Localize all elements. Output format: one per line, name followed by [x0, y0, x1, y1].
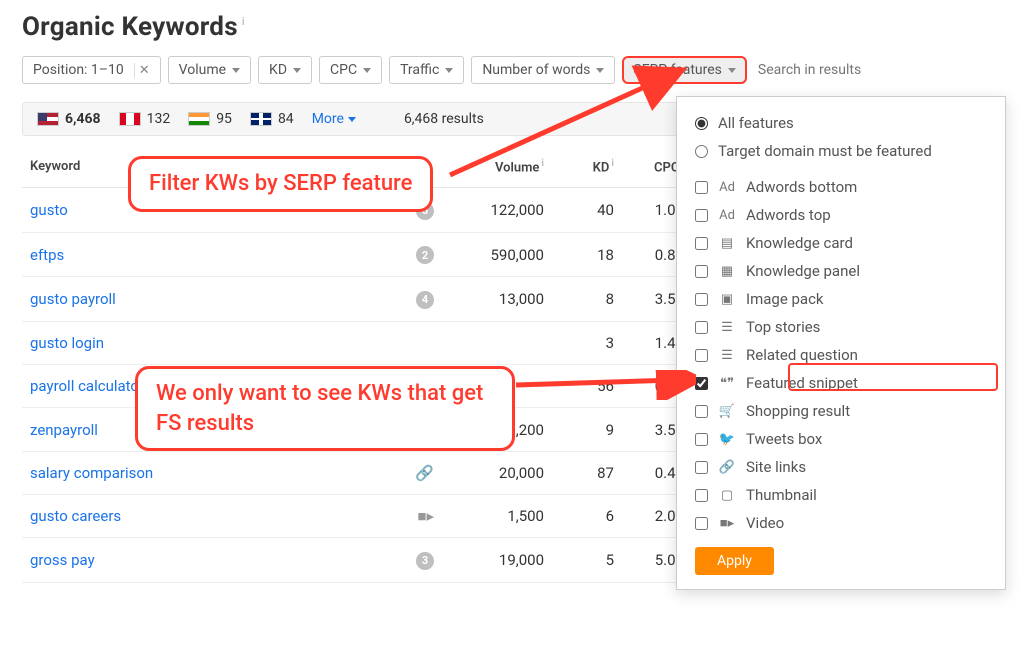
- feature-icon: ▤: [718, 236, 736, 250]
- country-us[interactable]: 6,468: [37, 111, 101, 127]
- keyword-link[interactable]: gusto: [30, 201, 68, 219]
- serp-features-dropdown: All features Target domain must be featu…: [676, 96, 1006, 590]
- filter-volume[interactable]: Volume: [168, 56, 251, 84]
- feature-icon: ▦: [718, 264, 736, 278]
- remove-position-icon[interactable]: ✕: [134, 63, 150, 78]
- feature-icon: Ad: [718, 208, 736, 222]
- callout-filter-serp: Filter KWs by SERP feature: [128, 156, 433, 212]
- serp-option[interactable]: 🐦 Tweets box: [677, 425, 1005, 453]
- cell-volume: 122,000: [442, 188, 552, 233]
- cell-volume: 590,000: [442, 232, 552, 277]
- cell-kd: 3: [552, 321, 622, 364]
- position-badge: 2: [416, 246, 434, 264]
- serp-option[interactable]: ▢ Thumbnail: [677, 481, 1005, 509]
- cell-volume: 1,500: [442, 495, 552, 538]
- position-badge: 4: [416, 291, 434, 309]
- serp-option[interactable]: Ad Adwords top: [677, 201, 1005, 229]
- keyword-link[interactable]: gusto careers: [30, 507, 121, 525]
- cell-kd: 5: [552, 538, 622, 583]
- feature-icon: 🔗: [718, 460, 736, 474]
- feature-icon: ▢: [718, 488, 736, 502]
- opt-target-domain[interactable]: Target domain must be featured: [677, 137, 1005, 165]
- serp-option[interactable]: ☰ Top stories: [677, 313, 1005, 341]
- cell-kd: 40: [552, 188, 622, 233]
- keyword-link[interactable]: gross pay: [30, 551, 95, 569]
- country-gb[interactable]: 84: [250, 111, 294, 127]
- opt-all-features[interactable]: All features: [677, 109, 1005, 137]
- feature-icon: ▣: [718, 292, 736, 306]
- cell-volume: 13,000: [442, 277, 552, 322]
- apply-button[interactable]: Apply: [695, 547, 774, 575]
- arrow-to-serp-chip: [430, 60, 690, 180]
- more-countries[interactable]: More: [312, 111, 356, 127]
- cell-kd: 8: [552, 277, 622, 322]
- arrow-to-featured-snippet: [516, 370, 696, 400]
- serp-option[interactable]: ▣ Image pack: [677, 285, 1005, 313]
- page-title: Organic Keywordsi: [22, 12, 1002, 42]
- feature-icon: Ad: [718, 180, 736, 194]
- cell-kd: 18: [552, 232, 622, 277]
- serp-option[interactable]: ▦ Knowledge panel: [677, 257, 1005, 285]
- serp-option[interactable]: ☰ Related question: [677, 341, 1005, 369]
- country-ca[interactable]: 132: [119, 111, 171, 127]
- keyword-link[interactable]: payroll calculator: [30, 377, 144, 395]
- link-icon: 🔗: [415, 464, 434, 482]
- country-in[interactable]: 95: [188, 111, 232, 127]
- keyword-link[interactable]: zenpayroll: [30, 421, 98, 439]
- filter-kd[interactable]: KD: [258, 56, 312, 84]
- cell-volume: 19,000: [442, 538, 552, 583]
- video-icon: ■▸: [417, 507, 434, 525]
- cell-kd: 9: [552, 407, 622, 452]
- cell-volume: [442, 321, 552, 364]
- keyword-link[interactable]: salary comparison: [30, 464, 153, 482]
- keyword-link[interactable]: gusto payroll: [30, 290, 116, 308]
- serp-option[interactable]: 🛒 Shopping result: [677, 397, 1005, 425]
- feature-icon: ■▸: [718, 516, 736, 530]
- filter-cpc[interactable]: CPC: [319, 56, 382, 84]
- feature-icon: 🛒: [718, 404, 736, 418]
- feature-icon: ☰: [718, 320, 736, 334]
- callout-fs-results: We only want to see KWs that get FS resu…: [135, 366, 515, 451]
- feature-icon: ☰: [718, 348, 736, 362]
- cell-kd: 6: [552, 495, 622, 538]
- cell-kd: 87: [552, 452, 622, 495]
- keyword-link[interactable]: gusto login: [30, 334, 104, 352]
- feature-icon: 🐦: [718, 432, 736, 446]
- cell-volume: 20,000: [442, 452, 552, 495]
- serp-option[interactable]: ❝❞ Featured snippet: [677, 369, 1005, 397]
- search-input[interactable]: [754, 56, 914, 84]
- filter-position[interactable]: Position: 1–10✕: [22, 56, 161, 84]
- serp-option[interactable]: 🔗 Site links: [677, 453, 1005, 481]
- position-badge: 3: [416, 552, 434, 570]
- keyword-link[interactable]: eftps: [30, 246, 64, 264]
- serp-option[interactable]: Ad Adwords bottom: [677, 173, 1005, 201]
- serp-option[interactable]: ▤ Knowledge card: [677, 229, 1005, 257]
- serp-option[interactable]: ■▸ Video: [677, 509, 1005, 537]
- feature-icon: ❝❞: [718, 376, 736, 390]
